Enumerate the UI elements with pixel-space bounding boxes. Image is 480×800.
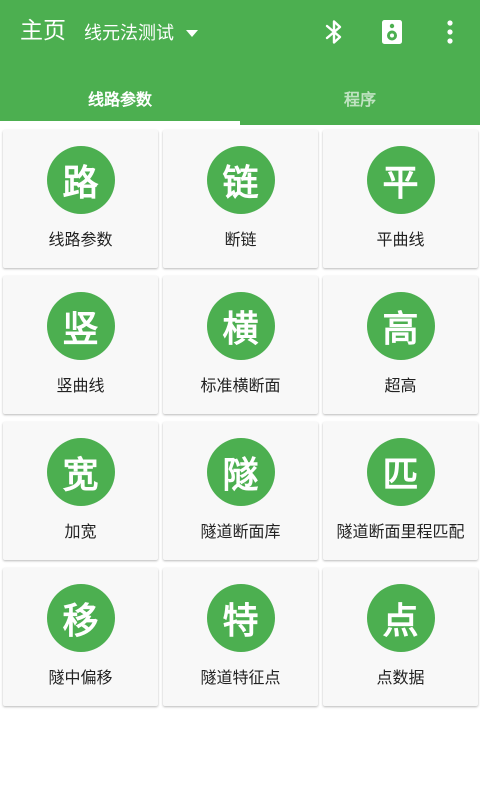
more-vert-icon-svg <box>447 20 453 44</box>
tunnel-glyph-icon: 隧 <box>206 438 275 506</box>
project-name: 线元法测试 <box>84 23 174 44</box>
grid-item-label: 平曲线 <box>376 230 425 249</box>
grid-item-label: 隧道断面里程匹配 <box>336 522 465 541</box>
grid-item-tunnel-feature-points[interactable]: 特 隧道特征点 <box>163 568 318 706</box>
grid-item-tunnel-center-offset[interactable]: 移 隧中偏移 <box>3 568 158 706</box>
bluetooth-icon[interactable] <box>316 14 352 50</box>
menu-grid: 路 线路参数 链 断链 平 平曲线 竖 竖曲线 横 标准横断面 高 超高 宽 加… <box>3 130 478 706</box>
high-glyph-icon: 高 <box>366 292 435 360</box>
wide-glyph-icon: 宽 <box>46 438 115 506</box>
tab-route-params[interactable]: 线路参数 <box>0 70 240 125</box>
grid-item-label: 点数据 <box>376 668 425 687</box>
grid-item-superelevation[interactable]: 高 超高 <box>323 276 478 414</box>
speaker-icon[interactable] <box>374 14 410 50</box>
grid-item-broken-chain[interactable]: 链 断链 <box>163 130 318 268</box>
tab-label: 线路参数 <box>87 89 152 109</box>
grid-item-label: 竖曲线 <box>56 376 105 395</box>
grid-item-point-data[interactable]: 点 点数据 <box>323 568 478 706</box>
flat-glyph-icon: 平 <box>366 146 435 214</box>
grid-item-label: 隧道断面库 <box>200 522 281 541</box>
grid-item-label: 超高 <box>384 376 417 395</box>
page-title: 主页 <box>20 18 66 44</box>
app-bar: 主页 线元法测试 线路参数 程序 <box>0 0 480 125</box>
shift-glyph-icon: 移 <box>46 584 115 652</box>
tab-indicator <box>0 121 240 125</box>
cross-glyph-icon: 横 <box>206 292 275 360</box>
dropdown-caret-icon <box>186 29 198 37</box>
grid-item-tunnel-section-library[interactable]: 隧 隧道断面库 <box>163 422 318 560</box>
grid-item-label: 断链 <box>224 230 257 249</box>
grid-item-widening[interactable]: 宽 加宽 <box>3 422 158 560</box>
grid-item-label: 隧道特征点 <box>200 668 281 687</box>
tab-program[interactable]: 程序 <box>240 70 480 125</box>
grid-item-label: 标准横断面 <box>200 376 281 395</box>
grid-item-vertical-curve[interactable]: 竖 竖曲线 <box>3 276 158 414</box>
bluetooth-icon-svg <box>325 20 342 44</box>
toolbar: 主页 线元法测试 <box>0 0 480 64</box>
grid-item-horizontal-curve[interactable]: 平 平曲线 <box>323 130 478 268</box>
speaker-icon-svg <box>382 20 402 44</box>
vertical-glyph-icon: 竖 <box>46 292 115 360</box>
route-glyph-icon: 路 <box>46 146 115 214</box>
grid-item-tunnel-section-mileage-match[interactable]: 匹 隧道断面里程匹配 <box>323 422 478 560</box>
feature-glyph-icon: 特 <box>206 584 275 652</box>
grid-item-label: 隧中偏移 <box>48 668 113 687</box>
match-glyph-icon: 匹 <box>366 438 435 506</box>
grid-item-route-params[interactable]: 路 线路参数 <box>3 130 158 268</box>
grid-item-label: 线路参数 <box>48 230 113 249</box>
point-glyph-icon: 点 <box>366 584 435 652</box>
tab-bar: 线路参数 程序 <box>0 70 480 125</box>
more-vert-icon[interactable] <box>432 14 468 50</box>
grid-item-standard-cross-section[interactable]: 横 标准横断面 <box>163 276 318 414</box>
project-selector[interactable]: 线元法测试 <box>84 16 198 48</box>
tab-label: 程序 <box>343 89 376 109</box>
grid-item-label: 加宽 <box>64 522 97 541</box>
chain-glyph-icon: 链 <box>206 146 275 214</box>
